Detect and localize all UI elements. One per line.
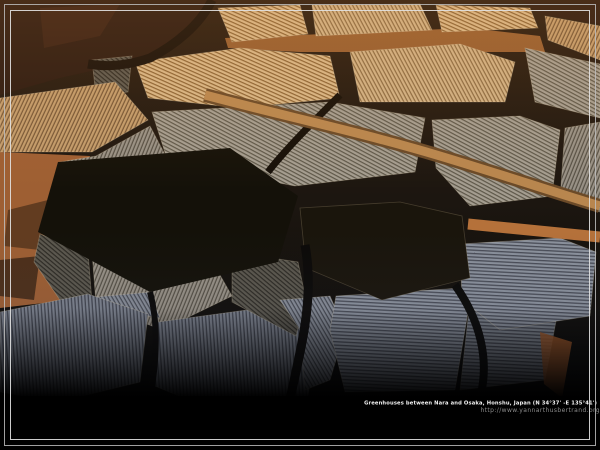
wallpaper: Greenhouses between Nara and Osaka, Hons… (0, 0, 600, 450)
photo-canvas: Greenhouses between Nara and Osaka, Hons… (0, 0, 600, 450)
caption-url: http://www.yannarthusbertrand.org (480, 407, 600, 414)
caption-title: Greenhouses between Nara and Osaka, Hons… (364, 401, 597, 407)
